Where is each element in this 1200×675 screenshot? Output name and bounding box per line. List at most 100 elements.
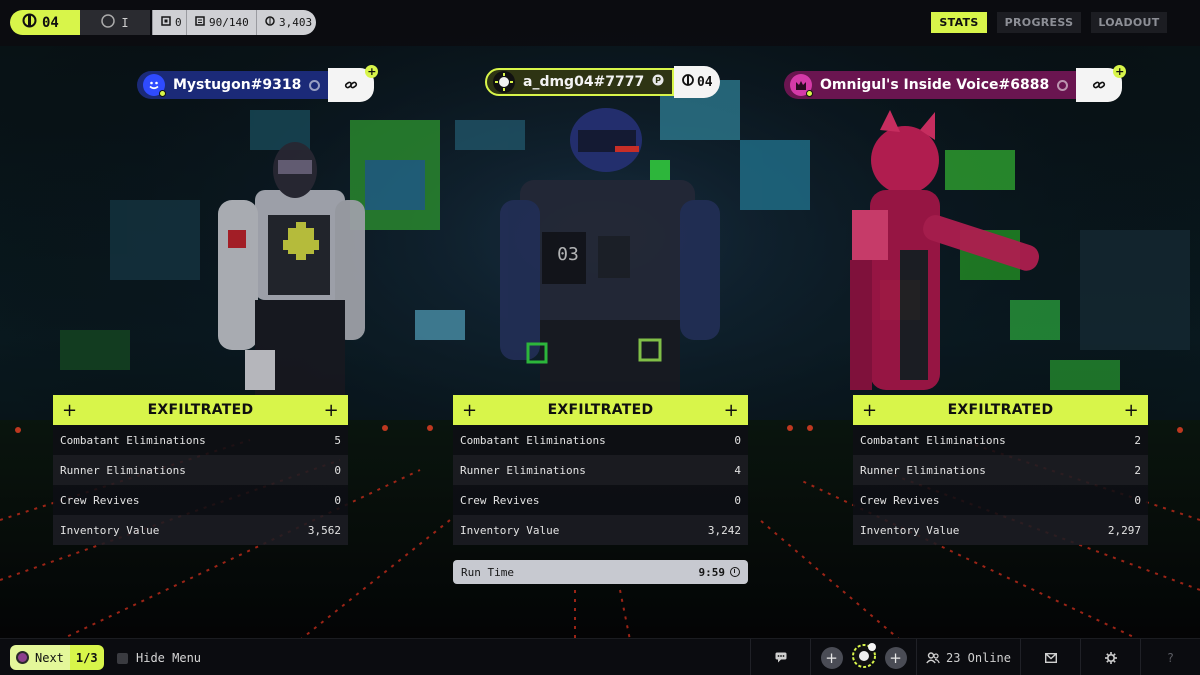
add-friend-button[interactable]: + — [1076, 65, 1127, 102]
stat-row-runner-eliminations: Runner Eliminations 0 — [53, 455, 348, 485]
run-time-label: Run Time — [461, 565, 514, 579]
bottom-bar: Next 1/3 Hide Menu + + 23 Online ? — [0, 638, 1200, 675]
player-level: 04 — [696, 74, 713, 90]
page-indicator: 1/3 — [69, 645, 104, 670]
smiley-icon — [149, 81, 159, 90]
stat-label: Combatant Eliminations — [460, 433, 606, 447]
exfil-status: EXFILTRATED — [947, 402, 1054, 418]
stat-value: 0 — [734, 433, 741, 447]
next-button[interactable]: Next 1/3 — [10, 645, 104, 670]
chat-button[interactable] — [750, 639, 810, 675]
plus-icon: + — [723, 399, 739, 421]
top-bar: 04 I 0 90/140 3,403 STATS PROGRESS LOADO… — [0, 0, 1200, 46]
stat-value: 4 — [734, 463, 741, 477]
tab-progress[interactable]: PROGRESS — [997, 12, 1081, 33]
controller-button-icon — [117, 652, 128, 664]
online-friends-button[interactable]: 23 Online — [916, 639, 1020, 675]
add-party-member-button[interactable]: + — [820, 646, 843, 669]
currency-icon — [265, 16, 275, 29]
avatar — [143, 74, 166, 97]
online-dot — [806, 90, 813, 97]
card-header[interactable]: + EXFILTRATED + — [53, 395, 348, 425]
stat-value: 0 — [734, 493, 741, 507]
plus-icon: + — [1123, 399, 1139, 421]
stat-label: Crew Revives — [860, 493, 940, 507]
creature-icon — [796, 81, 806, 90]
svg-text:P: P — [655, 76, 661, 85]
player-tag-2: a_dmg04#7777 P 04 — [485, 65, 721, 99]
stat-b-value: 90/140 — [209, 16, 249, 29]
exfil-status: EXFILTRATED — [147, 402, 254, 418]
hide-menu-label: Hide Menu — [136, 651, 202, 665]
stat-label: Combatant Eliminations — [860, 433, 1006, 447]
plus-icon: + — [462, 399, 478, 421]
avatar — [790, 74, 813, 97]
stat-value: 0 — [334, 463, 341, 477]
rank-badge: I — [80, 10, 150, 35]
stat-value: 0 — [1134, 493, 1141, 507]
stat-label: Runner Eliminations — [60, 463, 186, 477]
next-label: Next — [35, 650, 64, 665]
add-party-member-button[interactable]: + — [884, 646, 907, 669]
stat-value: 5 — [334, 433, 341, 447]
online-dot — [159, 90, 166, 97]
controller-button-icon — [16, 651, 29, 664]
link-icon — [345, 81, 358, 89]
settings-button[interactable] — [1080, 639, 1140, 675]
player-stats-card-3: + EXFILTRATED + Combatant Eliminations 2 … — [853, 395, 1148, 545]
stat-value: 3,562 — [307, 523, 341, 537]
stat-label: Combatant Eliminations — [60, 433, 206, 447]
link-icon — [1093, 81, 1106, 89]
stat-row-crew-revives: Crew Revives 0 — [453, 485, 748, 515]
chat-icon — [775, 652, 786, 663]
mail-button[interactable] — [1020, 639, 1080, 675]
stat-label: Inventory Value — [60, 523, 160, 537]
player-stats-card-1: + EXFILTRATED + Combatant Eliminations 5 … — [53, 395, 348, 545]
playstation-icon: P — [652, 74, 664, 90]
plus-icon: + — [323, 399, 339, 421]
player-nameplate: a_dmg04#7777 P — [485, 68, 675, 96]
stat-value: 0 — [334, 493, 341, 507]
player-nameplate: Omnigul's Inside Voice#6888 — [784, 71, 1077, 99]
hide-menu-button[interactable]: Hide Menu — [117, 651, 201, 665]
card-header[interactable]: + EXFILTRATED + — [453, 395, 748, 425]
run-time-bar: Run Time 9:59 — [453, 560, 748, 584]
avatar — [493, 71, 515, 93]
stat-label: Runner Eliminations — [460, 463, 586, 477]
player-name: Mystugon#9318 — [173, 77, 302, 93]
help-button[interactable]: ? — [1140, 639, 1200, 675]
backpack-icon — [195, 16, 205, 29]
stat-label: Inventory Value — [860, 523, 960, 537]
tab-stats[interactable]: STATS — [931, 12, 987, 33]
player-tag-1: Mystugon#9318 + — [137, 65, 379, 102]
plus-icon: + — [62, 399, 78, 421]
box-icon — [161, 16, 171, 29]
tab-loadout[interactable]: LOADOUT — [1091, 12, 1167, 33]
platform-icon — [309, 79, 321, 91]
platform-icon — [1057, 79, 1069, 91]
stat-pill-a: 0 — [152, 10, 186, 35]
stat-row-combatant-eliminations: Combatant Eliminations 0 — [453, 425, 748, 455]
stat-value: 2 — [1134, 433, 1141, 447]
player-name: Omnigul's Inside Voice#6888 — [820, 77, 1050, 93]
online-count: 23 Online — [945, 650, 1012, 665]
mail-icon — [1044, 652, 1057, 663]
player-nameplate: Mystugon#9318 — [137, 71, 329, 99]
add-friend-button[interactable]: + — [328, 65, 379, 102]
stat-row-inventory-value: Inventory Value 3,562 — [53, 515, 348, 545]
party-avatar-icon — [851, 643, 877, 672]
run-time-value: 9:59 — [698, 565, 726, 579]
player-tag-3: Omnigul's Inside Voice#6888 + — [784, 65, 1127, 102]
stat-row-inventory-value: Inventory Value 3,242 — [453, 515, 748, 545]
gear-icon — [1104, 651, 1117, 664]
level-emblem-icon — [682, 74, 694, 90]
stat-value: 2 — [1134, 463, 1141, 477]
stat-label: Runner Eliminations — [860, 463, 986, 477]
rank-value: I — [121, 15, 129, 30]
clock-icon — [730, 567, 740, 577]
card-header[interactable]: + EXFILTRATED + — [853, 395, 1148, 425]
player-level-badge: 04 — [10, 10, 80, 35]
stat-row-crew-revives: Crew Revives 0 — [853, 485, 1148, 515]
rank-circle-icon — [101, 14, 116, 31]
stat-row-runner-eliminations: Runner Eliminations 4 — [453, 455, 748, 485]
